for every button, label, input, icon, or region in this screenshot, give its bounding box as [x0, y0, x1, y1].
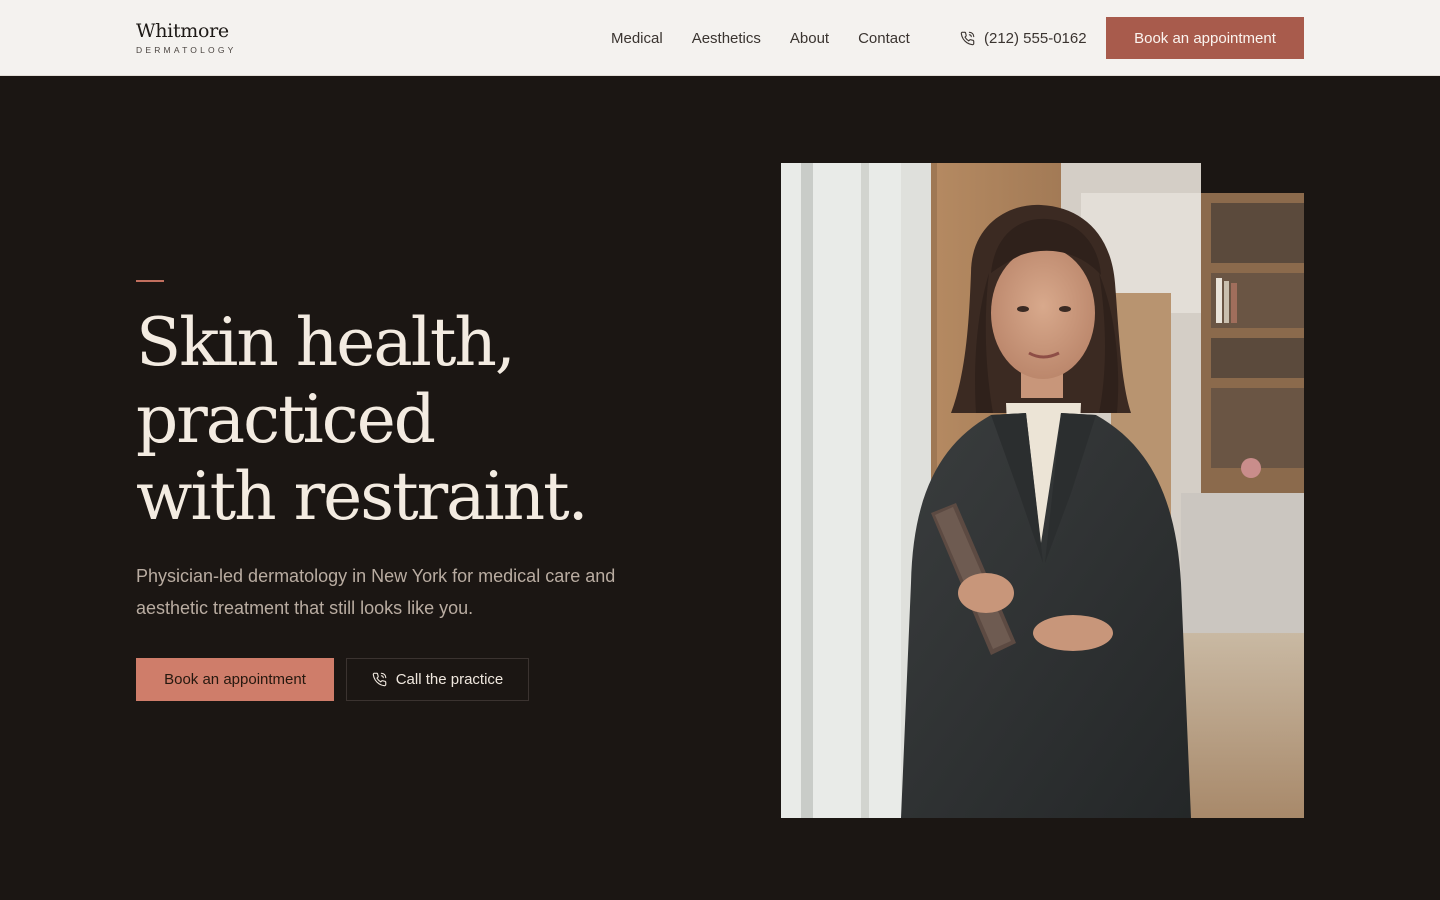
main-nav: Medical Aesthetics About Contact [611, 0, 939, 76]
header-phone-number: (212) 555-0162 [984, 29, 1087, 47]
nav-item-aesthetics[interactable]: Aesthetics [692, 30, 761, 47]
logo-name: Whitmore [136, 20, 229, 42]
headline-line-3: with restraint. [136, 458, 589, 535]
hero-subcopy: Physician-led dermatology in New York fo… [136, 566, 616, 618]
hero-book-appointment-button[interactable]: Book an appointment [136, 658, 334, 701]
phone-call-icon [372, 672, 387, 687]
header-book-appointment-button[interactable]: Book an appointment [1106, 17, 1304, 59]
phone-call-icon [960, 31, 975, 46]
header-phone-link[interactable]: (212) 555-0162 [960, 0, 1087, 76]
nav-item-medical[interactable]: Medical [611, 30, 663, 47]
logo-subtitle: DERMATOLOGY [136, 45, 237, 55]
accent-rule [136, 280, 164, 282]
logo[interactable]: Whitmore DERMATOLOGY [136, 19, 237, 56]
nav-item-about[interactable]: About [790, 30, 829, 47]
physician-portrait-image [781, 163, 1304, 818]
site-header: Whitmore DERMATOLOGY Medical Aesthetics … [0, 0, 1440, 76]
call-practice-label: Call the practice [395, 671, 504, 688]
nav-item-contact[interactable]: Contact [858, 30, 910, 47]
headline-line-1: Skin health, [136, 304, 516, 381]
headline-line-2: practiced [136, 381, 436, 458]
call-practice-button[interactable]: Call the practice [346, 658, 529, 701]
hero-headline: Skin health, practiced with restraint. [136, 304, 736, 535]
